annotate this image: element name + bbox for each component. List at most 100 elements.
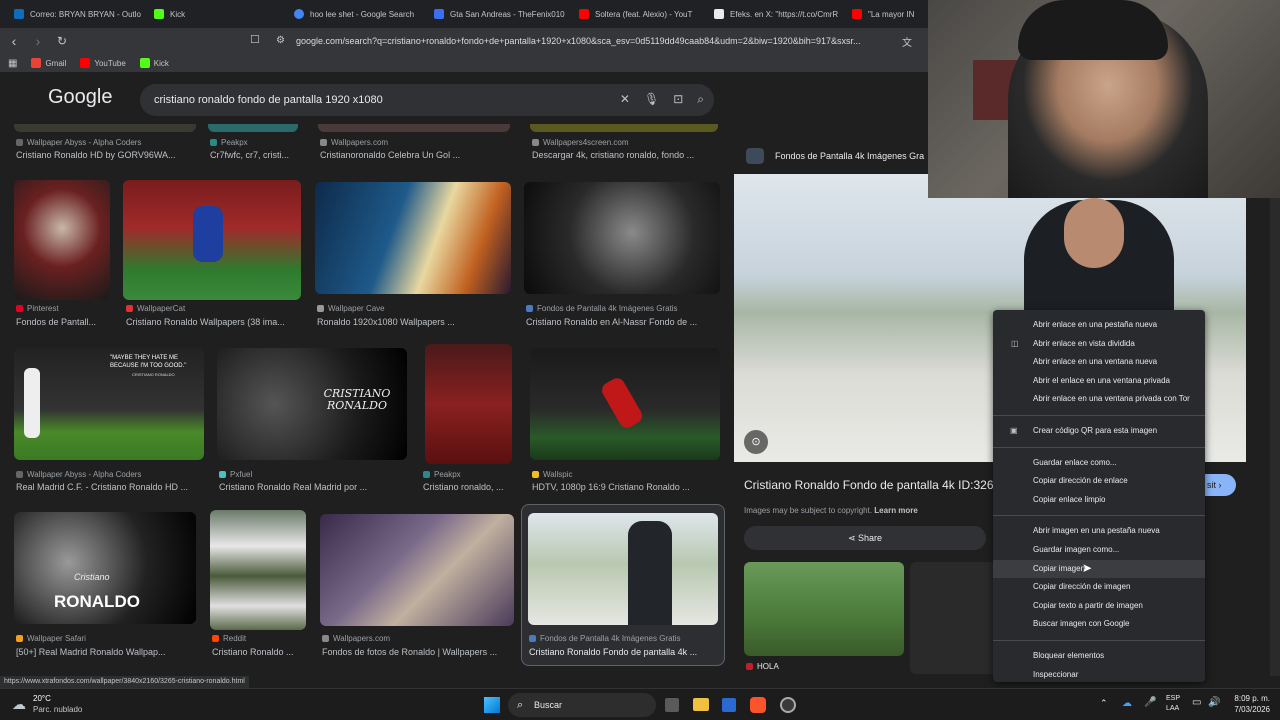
tab-gta[interactable]: Gta San Andreas - TheFenix010 <box>426 0 571 28</box>
lens-search-icon[interactable]: ⊙ <box>744 430 768 454</box>
weather-temp[interactable]: 20°C <box>33 694 51 703</box>
menu-inspect[interactable]: Inspeccionar <box>993 666 1205 685</box>
bookmark-gmail[interactable]: Gmail <box>31 58 66 68</box>
menu-save-link-as[interactable]: Guardar enlace como... <box>993 454 1205 473</box>
menu-copy-link-address[interactable]: Copiar dirección de enlace <box>993 472 1205 491</box>
result-title[interactable]: HDTV, 1080p 16:9 Cristiano Ronaldo ... <box>532 482 722 492</box>
result-title[interactable]: Cristiano Ronaldo Fondo de pantalla 4k .… <box>529 647 719 657</box>
result-image[interactable] <box>14 180 110 300</box>
forward-arrow-icon[interactable]: › <box>28 33 48 49</box>
language-top[interactable]: ESP <box>1166 695 1180 702</box>
menu-open-link-new-tab[interactable]: Abrir enlace en una pestaña nueva <box>993 316 1205 335</box>
related-image[interactable] <box>744 562 904 656</box>
result-title[interactable]: Ronaldo 1920x1080 Wallpapers ... <box>317 317 517 327</box>
result-title[interactable]: Cristianoronaldo Celebra Un Gol ... <box>320 150 520 160</box>
tray-chevron-icon[interactable]: ⌃ <box>1100 698 1108 709</box>
clear-icon[interactable]: ✕ <box>620 92 630 107</box>
result-source: Fondos de Pantalla 4k Imágenes Gratis <box>526 304 722 313</box>
task-view-icon[interactable] <box>665 698 679 712</box>
menu-open-link-private-window[interactable]: Abrir el enlace en una ventana privada <box>993 372 1205 391</box>
result-title[interactable]: Fondos de fotos de Ronaldo | Wallpapers … <box>322 647 518 657</box>
taskbar-search[interactable]: ⌕ Buscar <box>508 693 656 717</box>
network-icon[interactable]: ▭ <box>1192 697 1201 708</box>
menu-search-image-google[interactable]: Buscar imagen con Google <box>993 615 1205 634</box>
site-info-icon[interactable]: ⚙ <box>276 32 285 50</box>
lens-icon[interactable]: ⊡ <box>673 92 683 107</box>
tab-google-search[interactable]: hoo lee shet - Google Search <box>286 0 426 28</box>
quote-text: "MAYBE THEY HATE ME BECAUSE I'M TOO GOOD… <box>110 355 187 369</box>
translate-icon[interactable]: 文 <box>902 34 912 49</box>
file-explorer-icon[interactable] <box>693 698 709 711</box>
cloud-icon[interactable]: ☁ <box>1122 698 1132 709</box>
result-title[interactable]: Cr7fwfc, cr7, cristi... <box>210 150 305 160</box>
result-image[interactable] <box>123 180 301 300</box>
microphone-icon[interactable]: 🎙 <box>644 92 659 107</box>
address-bar[interactable]: ⚙ google.com/search?q=cristiano+ronaldo+… <box>270 32 910 50</box>
result-title[interactable]: Cristiano Ronaldo ... <box>212 647 307 657</box>
clock-time[interactable]: 8:09 p. m. <box>1232 694 1270 703</box>
result-image[interactable] <box>210 510 306 630</box>
tab-youtube-mayor[interactable]: "La mayor IN <box>844 0 914 28</box>
menu-block-elements[interactable]: Bloquear elementos <box>993 647 1205 666</box>
menu-open-link-new-window[interactable]: Abrir enlace en una ventana nueva <box>993 353 1205 372</box>
menu-open-link-tor[interactable]: Abrir enlace en una ventana privada con … <box>993 390 1205 409</box>
result-title[interactable]: Cristiano ronaldo, ... <box>423 482 518 492</box>
reload-icon[interactable]: ↻ <box>52 34 72 48</box>
menu-copy-image-address[interactable]: Copiar dirección de imagen <box>993 578 1205 597</box>
store-icon[interactable] <box>722 698 736 712</box>
result-title[interactable]: Cristiano Ronaldo en Al-Nassr Fondo de .… <box>526 317 722 327</box>
weather-icon[interactable]: ☁ <box>12 696 26 713</box>
menu-open-image-new-tab[interactable]: Abrir imagen en una pestaña nueva <box>993 522 1205 541</box>
weather-desc[interactable]: Parc. nublado <box>33 705 82 714</box>
result-image[interactable] <box>528 513 718 625</box>
menu-open-link-split-view[interactable]: ◫ Abrir enlace en vista dividida <box>993 335 1205 354</box>
menu-create-qr[interactable]: ▣ Crear código QR para esta imagen <box>993 422 1205 441</box>
result-image[interactable] <box>524 182 720 294</box>
bookmark-icon[interactable]: ☐ <box>250 33 260 46</box>
tab-x[interactable]: Efeks. en X: "https://t.co/CmrR <box>706 0 844 28</box>
result-image[interactable] <box>425 344 512 464</box>
brave-browser-icon[interactable] <box>750 697 766 713</box>
clock-date[interactable]: 7/03/2026 <box>1226 705 1270 714</box>
result-image[interactable]: Cristiano RONALDO <box>14 512 196 624</box>
language-bottom[interactable]: LAA <box>1166 705 1179 712</box>
result-title[interactable]: Cristiano Ronaldo Wallpapers (38 ima... <box>126 317 306 327</box>
google-icon <box>294 9 304 19</box>
related-image[interactable] <box>910 562 1000 674</box>
result-title[interactable]: Cristiano Ronaldo HD by GORV96WA... <box>16 150 206 160</box>
panel-source[interactable]: Fondos de Pantalla 4k Imágenes Gra <box>775 151 935 161</box>
share-button[interactable]: ⋖ Share <box>744 526 986 550</box>
result-image[interactable]: CRISTIANO RONALDO <box>217 348 407 460</box>
back-arrow-icon[interactable]: ‹ <box>4 33 24 49</box>
search-icon[interactable]: ⌕ <box>697 92 704 107</box>
apps-grid-icon[interactable]: ▦ <box>8 58 17 69</box>
microphone-icon[interactable]: 🎤 <box>1144 697 1156 708</box>
result-image[interactable]: "MAYBE THEY HATE ME BECAUSE I'M TOO GOOD… <box>14 348 204 460</box>
bookmark-kick[interactable]: Kick <box>139 58 169 68</box>
result-image[interactable] <box>530 348 720 460</box>
windows-start-icon[interactable] <box>484 697 500 713</box>
result-title[interactable]: Cristiano Ronaldo Real Madrid por ... <box>219 482 409 492</box>
tab-youtube-soltera[interactable]: Soltera (feat. Alexio) - YouT <box>571 0 706 28</box>
tab-outlook[interactable]: Correo: BRYAN BRYAN - Outlo <box>6 0 146 28</box>
search-query[interactable]: cristiano ronaldo fondo de pantalla 1920… <box>154 94 383 106</box>
result-title[interactable]: Descargar 4k, cristiano ronaldo, fondo .… <box>532 150 722 160</box>
app-icon[interactable] <box>780 697 796 713</box>
google-logo[interactable]: Google <box>48 86 113 109</box>
result-image[interactable] <box>320 514 514 626</box>
menu-copy-text-from-image[interactable]: Copiar texto a partir de imagen <box>993 597 1205 616</box>
menu-save-image-as[interactable]: Guardar imagen como... <box>993 541 1205 560</box>
tab-kick[interactable]: Kick <box>146 0 286 28</box>
menu-copy-image[interactable]: Copiar imagen <box>993 559 1205 579</box>
result-image[interactable] <box>315 182 511 294</box>
visit-button[interactable]: sit › <box>1203 474 1236 496</box>
result-title[interactable]: Fondos de Pantall... <box>16 317 116 327</box>
search-box[interactable]: cristiano ronaldo fondo de pantalla 1920… <box>140 84 714 116</box>
learn-more-link[interactable]: Learn more <box>874 506 918 515</box>
menu-copy-clean-link[interactable]: Copiar enlace limpio <box>993 491 1205 510</box>
result-title[interactable]: Real Madrid C.F. - Cristiano Ronaldo HD … <box>16 482 206 492</box>
result-title[interactable]: [50+] Real Madrid Ronaldo Wallpap... <box>16 647 206 657</box>
bookmark-youtube[interactable]: YouTube <box>80 58 126 68</box>
volume-icon[interactable]: 🔊 <box>1208 697 1220 708</box>
gmail-icon <box>31 58 42 68</box>
